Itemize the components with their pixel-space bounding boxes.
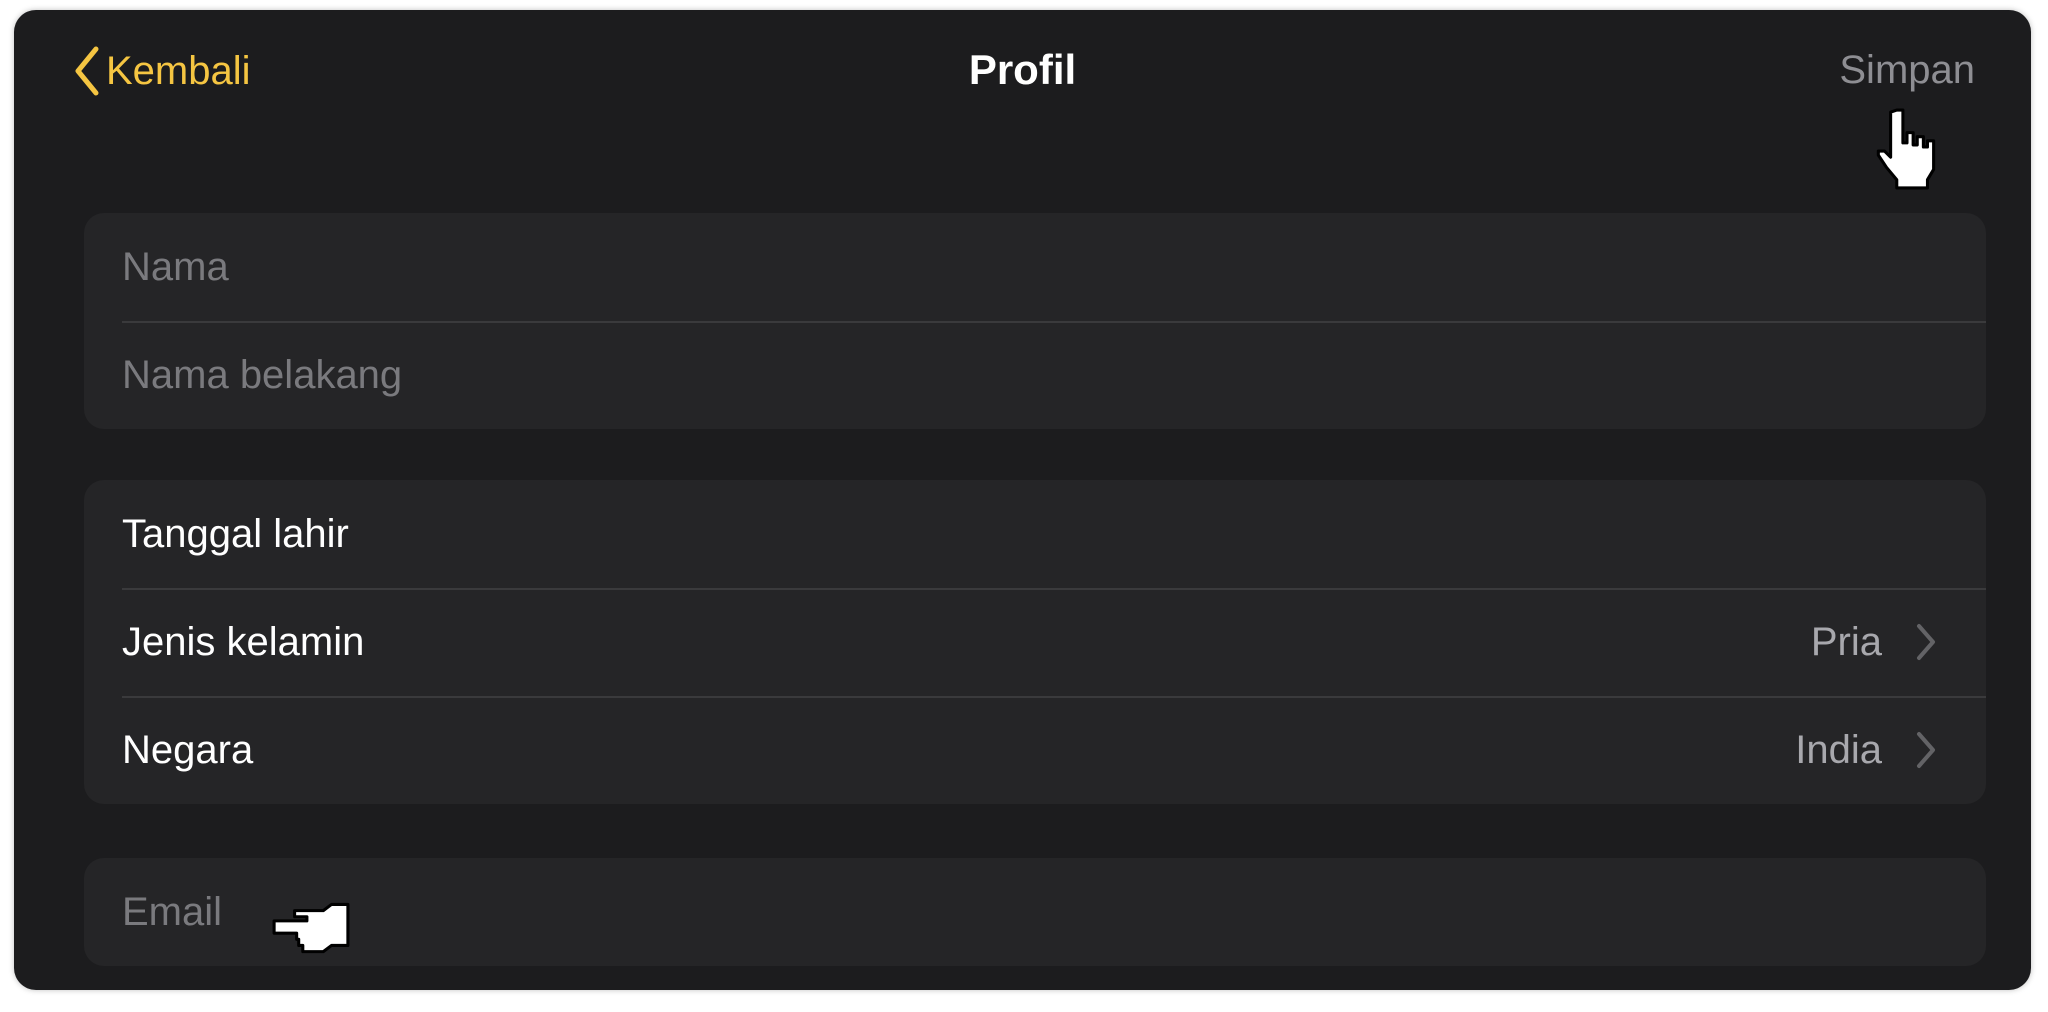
last-name-row [84, 321, 1986, 429]
last-name-input[interactable] [122, 345, 1936, 405]
gender-value: Pria [1810, 619, 1882, 664]
gender-label: Jenis kelamin [122, 619, 365, 664]
save-button[interactable]: Simpan [1839, 48, 1975, 93]
first-name-input[interactable] [122, 237, 1936, 297]
birthdate-row[interactable]: Tanggal lahir [84, 480, 1986, 588]
country-value: India [1795, 727, 1882, 772]
profile-window: Kembali Profil Simpan Tanggal lahir Jeni… [14, 10, 2031, 990]
chevron-right-icon [1917, 732, 1935, 768]
first-name-row [84, 213, 1986, 321]
chevron-right-icon [1917, 624, 1935, 660]
details-group: Tanggal lahir Jenis kelamin Pria Negara … [84, 480, 1986, 804]
country-row[interactable]: Negara India [84, 696, 1986, 804]
page-title: Profil [968, 46, 1077, 93]
email-input[interactable] [122, 882, 1936, 942]
navigation-bar: Kembali Profil Simpan [14, 10, 2031, 130]
contact-group [84, 858, 1986, 966]
email-row [84, 858, 1986, 966]
country-label: Negara [122, 727, 254, 772]
gender-row[interactable]: Jenis kelamin Pria [84, 588, 1986, 696]
birthdate-label: Tanggal lahir [122, 511, 349, 556]
name-group [84, 213, 1986, 429]
